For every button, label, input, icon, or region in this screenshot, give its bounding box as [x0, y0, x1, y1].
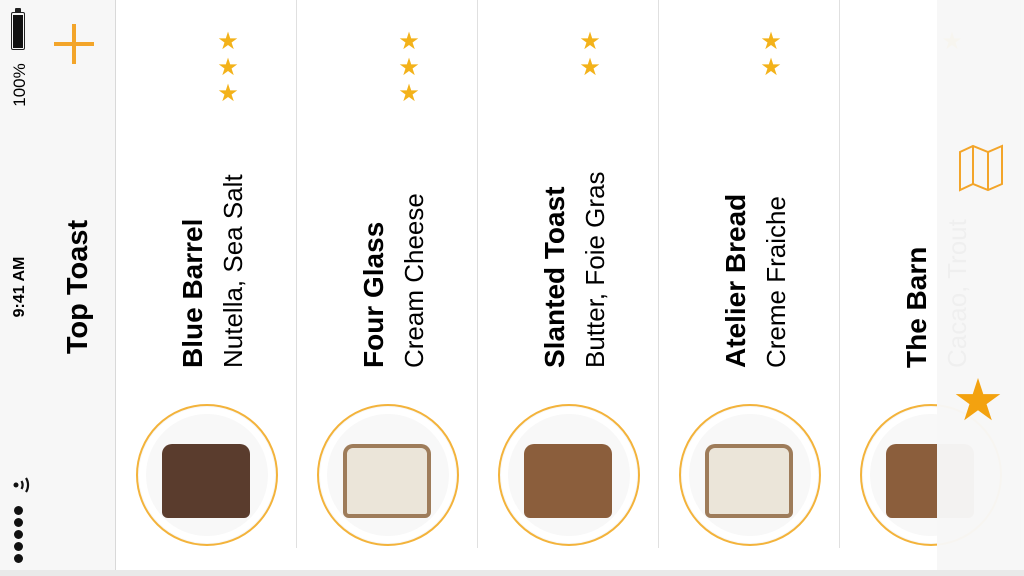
star-icon: ★	[579, 53, 601, 81]
status-bar: 100% 9:41 AM	[0, 0, 42, 576]
toast-toppings: Creme Fraiche	[761, 196, 791, 368]
rating-stars: ★ ★	[759, 28, 783, 80]
star-icon: ★	[217, 79, 239, 107]
restaurant-name: Blue Barrel	[177, 218, 208, 368]
star-icon: ★	[398, 53, 420, 81]
page-title: Top Toast	[62, 219, 94, 355]
toast-toppings: Nutella, Sea Salt	[218, 174, 248, 368]
toast-card[interactable]: ★ ★ ★ Blue Barrel Nutella, Sea Salt	[116, 0, 297, 548]
wifi-icon	[13, 477, 30, 493]
star-icon: ★	[398, 27, 420, 55]
restaurant-name: Four Glass	[358, 221, 389, 368]
star-icon: ★	[760, 27, 782, 55]
battery-icon	[11, 8, 27, 52]
star-icon[interactable]: ★	[952, 370, 1004, 430]
toast-card[interactable]: ★ ★ Slanted Toast Butter, Foie Gras	[478, 0, 659, 548]
toast-toppings: Butter, Foie Gras	[580, 171, 610, 368]
star-icon: ★	[217, 53, 239, 81]
toast-card[interactable]: ★ ★ ★ Four Glass Cream Cheese	[297, 0, 478, 548]
plus-icon[interactable]	[54, 24, 94, 64]
rating-stars: ★ ★ ★	[216, 28, 240, 106]
toast-toppings: Cream Cheese	[399, 193, 429, 368]
toast-plate-image	[317, 404, 459, 546]
status-time: 9:41 AM	[11, 256, 28, 318]
signal-strength-icon	[14, 506, 26, 566]
map-icon[interactable]	[957, 144, 1005, 194]
right-toolbar	[937, 0, 1024, 576]
toast-plate-image	[679, 404, 821, 546]
title-bar: Top Toast	[42, 0, 116, 576]
star-icon: ★	[579, 27, 601, 55]
toast-card[interactable]: ★ ★ Atelier Bread Creme Fraiche	[659, 0, 840, 548]
toast-plate-image	[498, 404, 640, 546]
restaurant-name: Slanted Toast	[539, 186, 570, 368]
restaurant-name: Atelier Bread	[720, 193, 751, 368]
star-icon: ★	[398, 79, 420, 107]
toast-plate-image	[136, 404, 278, 546]
star-icon: ★	[760, 53, 782, 81]
battery-percentage: 100%	[10, 63, 29, 107]
rating-stars: ★ ★ ★	[397, 28, 421, 106]
star-icon: ★	[217, 27, 239, 55]
bottom-strip	[0, 570, 1024, 576]
restaurant-name: The Barn	[901, 246, 932, 368]
rating-stars: ★ ★	[578, 28, 602, 80]
